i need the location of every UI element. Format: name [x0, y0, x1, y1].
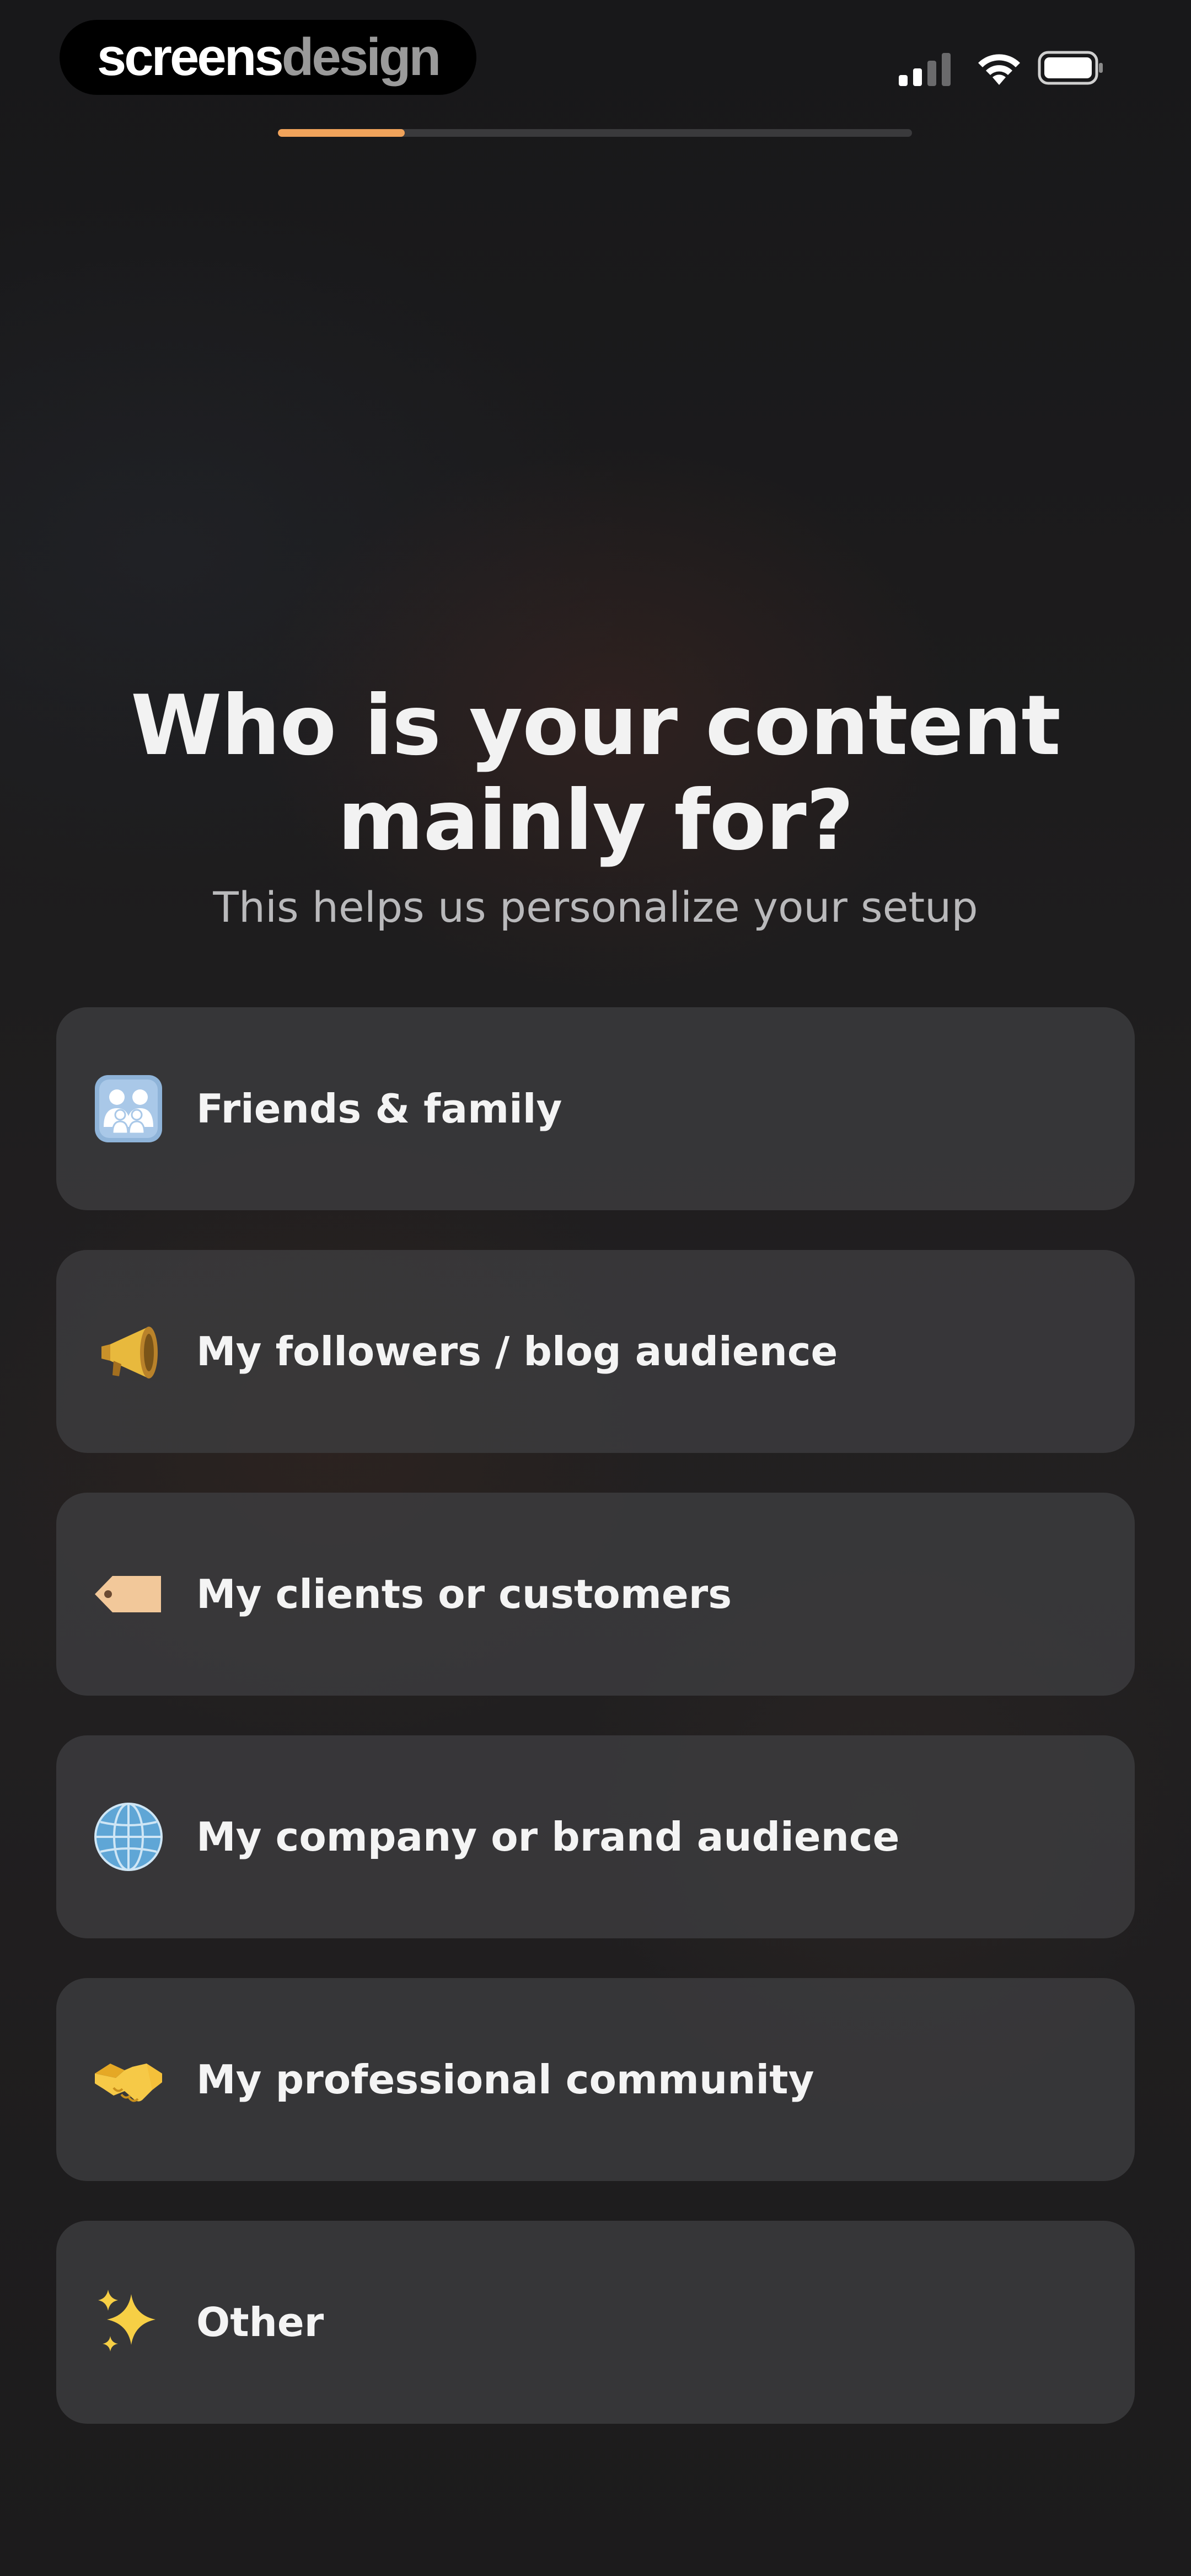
- option-label: Friends & family: [196, 1086, 562, 1132]
- option-followers-blog[interactable]: My followers / blog audience: [56, 1250, 1135, 1453]
- wifi-icon: [978, 54, 1020, 85]
- tag-icon: [92, 1557, 165, 1631]
- page-subtitle: This helps us personalize your setup: [213, 883, 978, 932]
- audience-options-list: Friends & family My followers / blog aud…: [56, 1007, 1135, 2463]
- battery-icon: [1038, 51, 1103, 85]
- onboarding-screen: screens design Who is your content mainly…: [0, 0, 1191, 2576]
- option-label: My clients or customers: [196, 1571, 732, 1617]
- onboarding-progress-bar: [278, 129, 912, 137]
- globe-icon: [92, 1800, 165, 1874]
- megaphone-icon: [92, 1314, 165, 1388]
- page-title: Who is your content mainly for?: [131, 678, 1061, 869]
- option-friends-family[interactable]: Friends & family: [56, 1007, 1135, 1210]
- status-icons: [899, 49, 1119, 87]
- brand-logo: screens design: [60, 20, 476, 95]
- option-label: My professional community: [196, 2056, 814, 2103]
- family-icon: [92, 1072, 165, 1146]
- sparkles-icon: [92, 2285, 165, 2359]
- handshake-icon: [92, 2043, 165, 2117]
- option-other[interactable]: Other: [56, 2221, 1135, 2424]
- progress-fill: [278, 129, 405, 137]
- option-label: My company or brand audience: [196, 1814, 900, 1860]
- option-label: Other: [196, 2299, 324, 2345]
- option-company-brand[interactable]: My company or brand audience: [56, 1735, 1135, 1938]
- option-professional-community[interactable]: My professional community: [56, 1978, 1135, 2181]
- brand-text-secondary: design: [281, 28, 441, 87]
- brand-text-primary: screens: [96, 28, 284, 87]
- cellular-signal-icon: [899, 53, 951, 86]
- option-label: My followers / blog audience: [196, 1328, 838, 1375]
- option-clients-customers[interactable]: My clients or customers: [56, 1493, 1135, 1696]
